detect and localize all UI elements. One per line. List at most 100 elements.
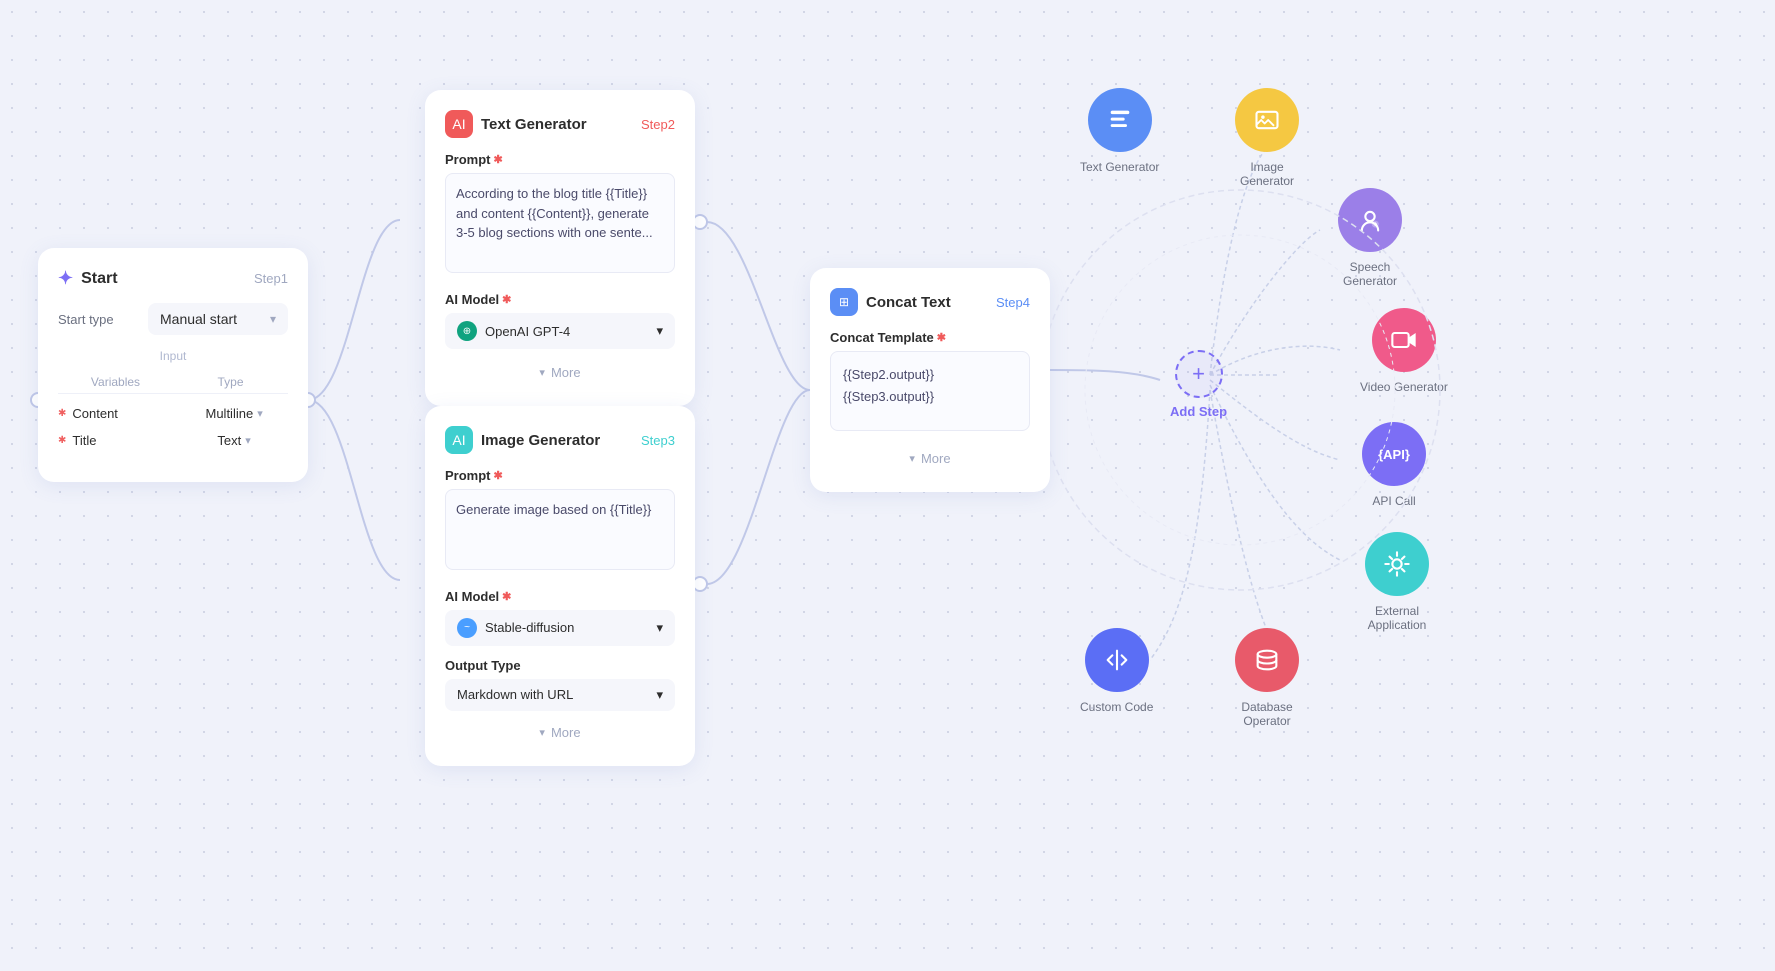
model-select-left: ⊕ OpenAI GPT-4 bbox=[457, 321, 570, 341]
text-gen-title-group: AI Text Generator bbox=[445, 110, 587, 138]
speech-gen-tool-label: Speech Generator bbox=[1325, 260, 1415, 288]
text-gen-more[interactable]: ▾ More bbox=[445, 359, 675, 386]
workflow-canvas: ✦ Start Step1 Start type Manual start ▾ … bbox=[0, 0, 1775, 971]
image-gen-tool-icon bbox=[1235, 88, 1299, 152]
chevron-down-icon: ▾ bbox=[539, 726, 545, 739]
stable-diffusion-icon: ~ bbox=[457, 618, 477, 638]
chevron-down-icon: ▾ bbox=[656, 620, 663, 636]
tool-node-image-gen[interactable]: Image Generator bbox=[1222, 88, 1312, 188]
image-ai-model-label: AI Model ✱ bbox=[445, 589, 675, 604]
image-gen-more[interactable]: ▾ More bbox=[445, 719, 675, 746]
tool-node-speech-gen[interactable]: Speech Generator bbox=[1325, 188, 1415, 288]
image-gen-model-value: Stable-diffusion bbox=[485, 620, 574, 635]
speech-gen-tool-icon bbox=[1338, 188, 1402, 252]
tool-node-ext-app[interactable]: External Application bbox=[1352, 532, 1442, 632]
more-label: More bbox=[551, 725, 581, 740]
custom-code-tool-label: Custom Code bbox=[1080, 700, 1153, 714]
video-gen-tool-label: Video Generator bbox=[1360, 380, 1448, 394]
text-gen-step: Step2 bbox=[641, 117, 675, 132]
image-gen-icon: AI bbox=[445, 426, 473, 454]
required-indicator: ✱ bbox=[937, 331, 946, 344]
image-prompt-label: Prompt ✱ bbox=[445, 468, 675, 483]
required-indicator: ✱ bbox=[502, 293, 511, 306]
video-gen-tool-icon bbox=[1372, 308, 1436, 372]
custom-code-tool-icon bbox=[1085, 628, 1149, 692]
start-card: ✦ Start Step1 Start type Manual start ▾ … bbox=[38, 248, 308, 482]
concat-header: ⊞ Concat Text Step4 bbox=[830, 288, 1030, 316]
chevron-down-icon: ▾ bbox=[257, 407, 263, 420]
required-star-icon: ✱ bbox=[58, 408, 66, 419]
text-gen-model-value: OpenAI GPT-4 bbox=[485, 324, 570, 339]
more-label: More bbox=[551, 365, 581, 380]
output-type-label: Output Type bbox=[445, 658, 675, 673]
chevron-down-icon: ▾ bbox=[656, 687, 663, 703]
ext-app-tool-icon bbox=[1365, 532, 1429, 596]
add-step-label: Add Step bbox=[1170, 404, 1227, 419]
variables-col-header: Variables bbox=[58, 375, 173, 389]
start-step-label: Step1 bbox=[254, 271, 288, 286]
db-tool-label: Database Operator bbox=[1222, 700, 1312, 728]
chevron-down-icon: ▾ bbox=[909, 452, 915, 465]
concat-icon: ⊞ bbox=[830, 288, 858, 316]
concat-template-value[interactable]: {{Step2.output}}{{Step3.output}} bbox=[830, 351, 1030, 431]
output-type-value: Markdown with URL bbox=[457, 687, 573, 702]
image-gen-step: Step3 bbox=[641, 433, 675, 448]
tool-node-db[interactable]: Database Operator bbox=[1222, 628, 1312, 728]
chevron-down-icon: ▾ bbox=[539, 366, 545, 379]
ai-model-label: AI Model ✱ bbox=[445, 292, 675, 307]
api-call-tool-icon: {API} bbox=[1362, 422, 1426, 486]
start-title-text: Start bbox=[81, 270, 117, 288]
image-gen-model-select[interactable]: ~ Stable-diffusion ▾ bbox=[445, 610, 675, 646]
start-type-value: Manual start bbox=[160, 311, 237, 327]
text-gen-tool-icon bbox=[1088, 88, 1152, 152]
image-generator-card: AI Image Generator Step3 Prompt ✱ Genera… bbox=[425, 406, 695, 766]
text-gen-prompt-textarea[interactable]: According to the blog title {{Title}} an… bbox=[445, 173, 675, 273]
chevron-down-icon: ▾ bbox=[245, 434, 251, 447]
image-gen-prompt-textarea[interactable]: Generate image based on {{Title}} bbox=[445, 489, 675, 570]
text-gen-tool-label: Text Generator bbox=[1080, 160, 1159, 174]
required-indicator: ✱ bbox=[494, 469, 503, 482]
text-generator-card: AI Text Generator Step2 Prompt ✱ Accordi… bbox=[425, 90, 695, 406]
start-type-label: Start type bbox=[58, 312, 114, 327]
concat-title-group: ⊞ Concat Text bbox=[830, 288, 951, 316]
start-card-header: ✦ Start Step1 bbox=[58, 268, 288, 289]
concat-text-card: ⊞ Concat Text Step4 Concat Template ✱ {{… bbox=[810, 268, 1050, 492]
tool-node-video-gen[interactable]: Video Generator bbox=[1360, 308, 1448, 394]
input-section-label: Input bbox=[58, 349, 288, 363]
start-card-title: ✦ Start bbox=[58, 268, 118, 289]
variable-name-content: Content bbox=[72, 406, 180, 421]
variable-type-title[interactable]: Text ▾ bbox=[180, 433, 288, 448]
text-gen-icon: AI bbox=[445, 110, 473, 138]
variable-row-content: ✱ Content Multiline ▾ bbox=[58, 400, 288, 427]
ai-model-section: AI Model ✱ ⊕ OpenAI GPT-4 ▾ bbox=[445, 292, 675, 349]
plus-icon: + bbox=[1192, 361, 1205, 387]
chevron-down-icon: ▾ bbox=[656, 323, 663, 339]
add-step-button[interactable]: + Add Step bbox=[1170, 350, 1227, 419]
required-indicator: ✱ bbox=[502, 590, 511, 603]
ext-app-tool-label: External Application bbox=[1352, 604, 1442, 632]
image-gen-title: Image Generator bbox=[481, 432, 600, 449]
start-type-select[interactable]: Manual start ▾ bbox=[148, 303, 288, 335]
input-table-header: Variables Type bbox=[58, 371, 288, 394]
type-col-header: Type bbox=[173, 375, 288, 389]
db-tool-icon bbox=[1235, 628, 1299, 692]
concat-template-label: Concat Template ✱ bbox=[830, 330, 1030, 345]
text-gen-header: AI Text Generator Step2 bbox=[445, 110, 675, 138]
concat-step: Step4 bbox=[996, 295, 1030, 310]
text-gen-title: Text Generator bbox=[481, 116, 587, 133]
star-icon: ✦ bbox=[58, 268, 73, 289]
required-indicator: ✱ bbox=[494, 153, 503, 166]
image-gen-header: AI Image Generator Step3 bbox=[445, 426, 675, 454]
tool-node-api-call[interactable]: {API} API Call bbox=[1362, 422, 1426, 508]
concat-more[interactable]: ▾ More bbox=[830, 445, 1030, 472]
model-select-left: ~ Stable-diffusion bbox=[457, 618, 574, 638]
output-type-select[interactable]: Markdown with URL ▾ bbox=[445, 679, 675, 711]
variable-type-content[interactable]: Multiline ▾ bbox=[180, 406, 288, 421]
image-ai-model-section: AI Model ✱ ~ Stable-diffusion ▾ bbox=[445, 589, 675, 646]
variable-row-title: ✱ Title Text ▾ bbox=[58, 427, 288, 454]
text-gen-model-select[interactable]: ⊕ OpenAI GPT-4 ▾ bbox=[445, 313, 675, 349]
tool-node-text-gen[interactable]: Text Generator bbox=[1080, 88, 1159, 174]
variable-name-title: Title bbox=[72, 433, 180, 448]
image-gen-tool-label: Image Generator bbox=[1222, 160, 1312, 188]
tool-node-custom-code[interactable]: Custom Code bbox=[1080, 628, 1153, 714]
